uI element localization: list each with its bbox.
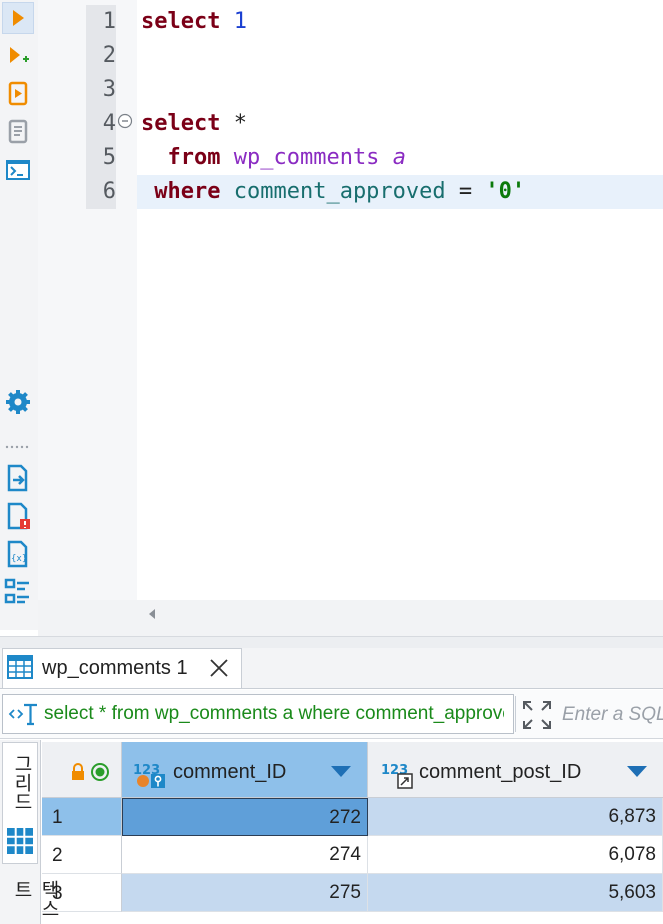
script-run-icon — [8, 81, 28, 106]
fold-collapse-icon[interactable] — [117, 113, 133, 129]
code-token: 1 — [233, 9, 247, 34]
filter-text: select * from wp_comments a where commen… — [44, 703, 504, 724]
outline-button[interactable] — [2, 576, 34, 608]
outline-icon — [4, 578, 29, 604]
gear-icon — [6, 390, 30, 414]
code-line[interactable]: select 1 — [141, 5, 247, 39]
row-number[interactable]: 2 — [42, 836, 122, 874]
filter-separator — [515, 696, 516, 732]
grid-cell[interactable]: 275 — [122, 874, 368, 912]
code-token: where — [154, 179, 221, 204]
numeric-key-column-icon: 123 — [132, 760, 168, 790]
toolbar-separator — [4, 436, 32, 449]
lock-icon — [70, 762, 86, 782]
code-token: from — [167, 145, 221, 170]
code-line[interactable]: from wp_comments a — [141, 141, 406, 175]
code-token: = — [445, 179, 486, 204]
editor-horizontal-scrollbar[interactable] — [38, 600, 663, 636]
code-token: wp_comments — [233, 145, 380, 170]
row-number[interactable]: 1 — [42, 798, 122, 836]
svg-text:{x}: {x} — [11, 554, 27, 564]
line-number: 2 — [86, 39, 116, 73]
grid-cell[interactable]: 6,078 — [368, 836, 663, 874]
code-line[interactable]: select * — [141, 107, 247, 141]
execute-new-tab-button[interactable] — [2, 40, 34, 72]
close-icon[interactable] — [208, 657, 230, 679]
execute-statement-button[interactable] — [2, 2, 34, 34]
settings-button[interactable] — [2, 386, 34, 418]
execute-script-button[interactable] — [2, 78, 34, 110]
run-icon — [13, 10, 24, 26]
code-token: * — [220, 111, 247, 136]
sql-filter-icon — [8, 702, 40, 726]
export-icon — [7, 464, 28, 492]
variables-button[interactable]: {x} — [2, 538, 34, 570]
numeric-reference-column-icon: 123 — [380, 760, 416, 790]
run-new-tab-icon — [10, 47, 29, 63]
code-token: '0' — [485, 179, 526, 204]
editor-toolbar: {x} — [0, 0, 38, 630]
column-header-label: comment_post_ID — [419, 761, 582, 783]
line-number: 5 — [86, 141, 116, 175]
line-number: 3 — [86, 73, 116, 107]
variables-icon: {x} — [7, 540, 27, 568]
sort-dropdown-icon[interactable] — [330, 764, 352, 778]
grid-cell[interactable]: 272 — [122, 798, 368, 836]
line-number: 1 — [86, 5, 116, 39]
filter-placeholder[interactable]: Enter a SQL expression to filter results — [562, 702, 663, 728]
grid-view-icon — [5, 826, 35, 856]
error-document-icon — [7, 502, 30, 530]
terminal-icon — [6, 160, 30, 180]
grid-cell[interactable]: 274 — [122, 836, 368, 874]
code-token: select — [141, 111, 221, 136]
tab-grid-label: 그리드 — [11, 754, 32, 811]
column-header-label: comment_ID — [173, 761, 287, 783]
sql-editor[interactable] — [137, 0, 663, 600]
code-token: select — [141, 9, 221, 34]
grid-cell[interactable]: 5,603 — [368, 874, 663, 912]
expand-icon[interactable] — [520, 698, 554, 732]
scroll-left-icon[interactable] — [145, 606, 159, 622]
grid-table-icon — [6, 653, 34, 681]
code-token: a — [392, 145, 406, 170]
row-number[interactable]: 3 — [42, 874, 122, 912]
sort-dropdown-icon[interactable] — [626, 764, 648, 778]
console-button[interactable] — [2, 154, 34, 186]
export-button[interactable] — [2, 462, 34, 494]
line-number: 4 — [86, 107, 116, 141]
script-icon — [8, 119, 28, 144]
problems-button[interactable] — [2, 500, 34, 532]
grid-cell[interactable]: 6,873 — [368, 798, 663, 836]
record-status-icon — [90, 762, 110, 782]
line-number: 6 — [86, 175, 116, 209]
code-line[interactable]: where comment_approved = '0' — [141, 175, 525, 209]
code-token: comment_approved — [233, 179, 446, 204]
explain-plan-button[interactable] — [2, 116, 34, 148]
results-tab-label: wp_comments 1 — [42, 657, 188, 679]
